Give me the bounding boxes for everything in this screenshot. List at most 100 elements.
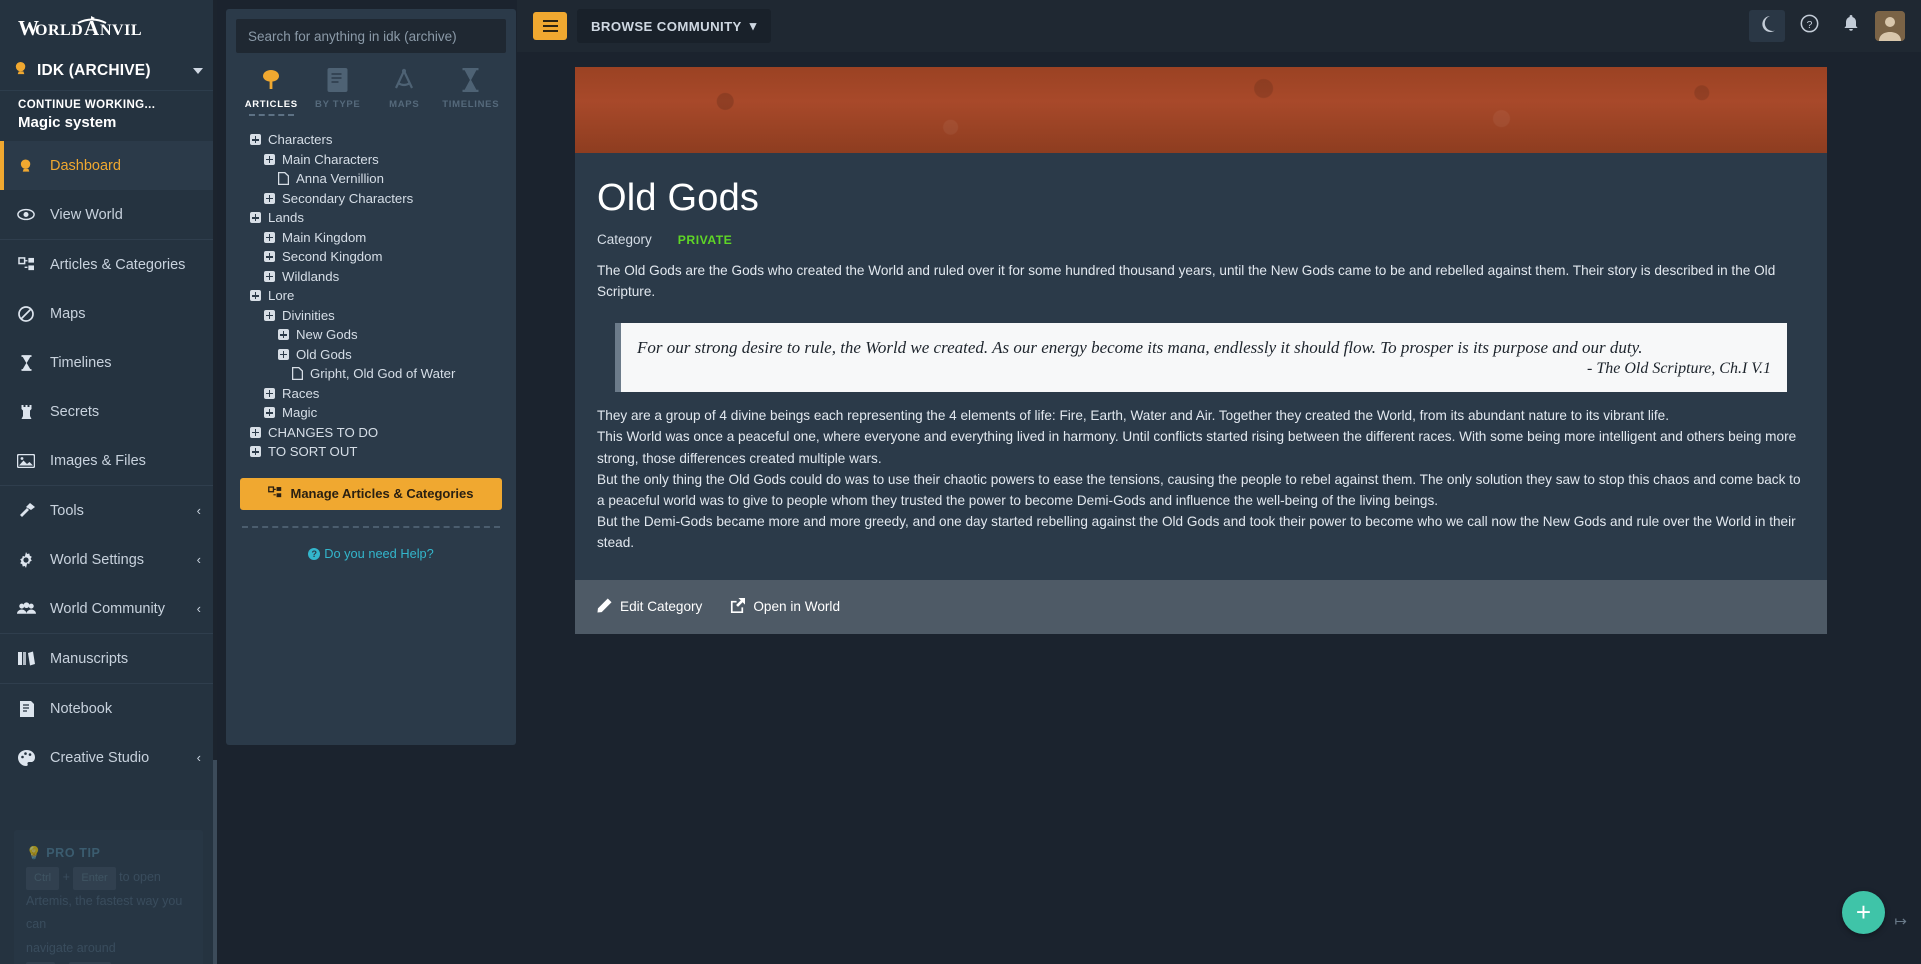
tree-category-item[interactable]: Old Gods: [240, 345, 506, 365]
tree-category-item[interactable]: Main Characters: [240, 150, 506, 170]
left-sidebar: W ORLD A NVIL IDK (ARCHIVE) CONTINUE WOR…: [0, 0, 217, 964]
expand-icon[interactable]: [264, 407, 275, 419]
world-selector[interactable]: IDK (ARCHIVE): [0, 52, 217, 90]
search-input[interactable]: [236, 19, 506, 53]
help-button[interactable]: ?: [1791, 10, 1827, 42]
tab-maps[interactable]: MAPS: [371, 65, 438, 116]
continue-working[interactable]: CONTINUE WORKING... Magic system: [0, 90, 217, 141]
sidebar-item-manuscripts[interactable]: Manuscripts: [0, 634, 217, 683]
expand-icon[interactable]: [264, 251, 275, 263]
sidebar-item-maps[interactable]: Maps: [0, 289, 217, 338]
sidebar-item-label: Secrets: [50, 403, 100, 420]
open-in-world-button[interactable]: Open in World: [730, 597, 840, 616]
bell-icon: [1843, 15, 1859, 37]
tree-category-item[interactable]: New Gods: [240, 325, 506, 345]
expand-icon[interactable]: [250, 212, 261, 224]
tab-articles[interactable]: ARTICLES: [238, 65, 305, 116]
expand-icon[interactable]: [250, 290, 261, 302]
expand-icon[interactable]: [264, 153, 275, 165]
divider: [242, 525, 500, 528]
compass-icon: [16, 305, 36, 322]
article-meta: Category PRIVATE: [597, 232, 1805, 247]
tree-item-label: Races: [282, 385, 320, 401]
tree-category-item[interactable]: Magic: [240, 403, 506, 423]
tree-category-item[interactable]: TO SORT OUT: [240, 442, 506, 462]
tree-category-item[interactable]: Divinities: [240, 306, 506, 326]
pro-tip-panel: 💡 PRO TIP Ctrl + Enter to open Artemis, …: [14, 830, 203, 964]
sidebar-item-label: Images & Files: [50, 452, 146, 469]
worldanvil-logo[interactable]: W ORLD A NVIL: [0, 0, 217, 50]
edit-category-label: Edit Category: [620, 599, 703, 615]
expand-icon[interactable]: [250, 446, 261, 458]
sidebar-item-images-files[interactable]: Images & Files: [0, 436, 217, 485]
tree-category-item[interactable]: Races: [240, 384, 506, 404]
key-ctrl: Ctrl: [26, 866, 60, 890]
expand-icon[interactable]: [264, 270, 275, 282]
tree-category-item[interactable]: Characters: [240, 130, 506, 150]
tree-article-item[interactable]: Anna Vernillion: [240, 169, 506, 189]
tab-by-type[interactable]: BY TYPE: [305, 65, 372, 116]
tree-item-label: Anna Vernillion: [296, 171, 384, 187]
avatar[interactable]: [1875, 11, 1905, 41]
tree-category-item[interactable]: CHANGES TO DO: [240, 423, 506, 443]
continue-working-label: CONTINUE WORKING...: [18, 99, 156, 111]
sidebar-item-notebook[interactable]: Notebook: [0, 684, 217, 733]
sidebar-item-tools[interactable]: Tools ‹: [0, 486, 217, 535]
image-icon: [16, 453, 36, 468]
collapse-handle[interactable]: ↦: [1894, 912, 1907, 930]
gear-icon: [16, 551, 36, 568]
sidebar-item-secrets[interactable]: Secrets: [0, 387, 217, 436]
edit-category-button[interactable]: Edit Category: [597, 598, 702, 616]
sidebar-item-label: Dashboard: [50, 157, 121, 174]
tab-timelines[interactable]: TIMELINES: [438, 65, 505, 116]
chevron-left-icon[interactable]: ‹: [197, 503, 201, 518]
books-icon: [16, 651, 36, 666]
chevron-left-icon[interactable]: ‹: [197, 750, 201, 765]
pro-tip-line-3: navigate around: [26, 941, 116, 956]
tab-label: ARTICLES: [244, 99, 298, 110]
hamburger-icon[interactable]: [533, 12, 567, 40]
world-name: IDK (ARCHIVE): [37, 62, 151, 79]
tree-category-item[interactable]: Second Kingdom: [240, 247, 506, 267]
add-button[interactable]: +: [1842, 891, 1885, 934]
tree-category-item[interactable]: Main Kingdom: [240, 228, 506, 248]
sidebar-scrollbar-thumb[interactable]: [213, 760, 217, 964]
expand-icon[interactable]: [278, 348, 289, 360]
sidebar-item-creative-studio[interactable]: Creative Studio ‹: [0, 733, 217, 782]
expand-icon[interactable]: [250, 426, 261, 438]
tree-item-label: Divinities: [282, 307, 335, 323]
tree-category-item[interactable]: Lore: [240, 286, 506, 306]
sidebar-scrollbar[interactable]: [213, 0, 217, 964]
sidebar-item-dashboard[interactable]: Dashboard: [0, 141, 217, 190]
tree-category-item[interactable]: Secondary Characters: [240, 189, 506, 209]
expand-icon[interactable]: [250, 134, 261, 146]
expand-icon[interactable]: [264, 192, 275, 204]
sidebar-item-timelines[interactable]: Timelines: [0, 338, 217, 387]
browse-community-dropdown[interactable]: BROWSE COMMUNITY ▾: [577, 9, 771, 43]
expand-icon[interactable]: [278, 329, 289, 341]
book-icon: [305, 65, 372, 95]
sidebar-item-world-community[interactable]: World Community ‹: [0, 584, 217, 633]
sidebar-item-articles-categories[interactable]: Articles & Categories: [0, 240, 217, 289]
chevron-left-icon[interactable]: ‹: [197, 552, 201, 567]
need-help-link[interactable]: ? Do you need Help?: [236, 546, 506, 561]
expand-icon[interactable]: [264, 387, 275, 399]
notifications-button[interactable]: [1833, 10, 1869, 42]
tree-item-label: Secondary Characters: [282, 190, 414, 206]
sidebar-item-label: View World: [50, 206, 123, 223]
chevron-left-icon[interactable]: ‹: [197, 601, 201, 616]
pro-tip-line-1: Ctrl + Enter to open: [26, 866, 191, 890]
theme-toggle-button[interactable]: [1749, 10, 1785, 42]
open-in-world-label: Open in World: [753, 599, 840, 615]
quote-attribution: - The Old Scripture, Ch.I V.1: [1587, 360, 1771, 378]
sidebar-item-view-world[interactable]: View World: [0, 190, 217, 239]
sidebar-item-world-settings[interactable]: World Settings ‹: [0, 535, 217, 584]
expand-icon[interactable]: [264, 231, 275, 243]
expand-icon[interactable]: [264, 309, 275, 321]
tree-category-item[interactable]: Lands: [240, 208, 506, 228]
manage-articles-button[interactable]: Manage Articles & Categories: [240, 477, 502, 510]
chevron-down-icon[interactable]: [193, 68, 203, 74]
notebook-icon: [16, 700, 36, 717]
tree-article-item[interactable]: Gripht, Old God of Water: [240, 364, 506, 384]
tree-category-item[interactable]: Wildlands: [240, 267, 506, 287]
